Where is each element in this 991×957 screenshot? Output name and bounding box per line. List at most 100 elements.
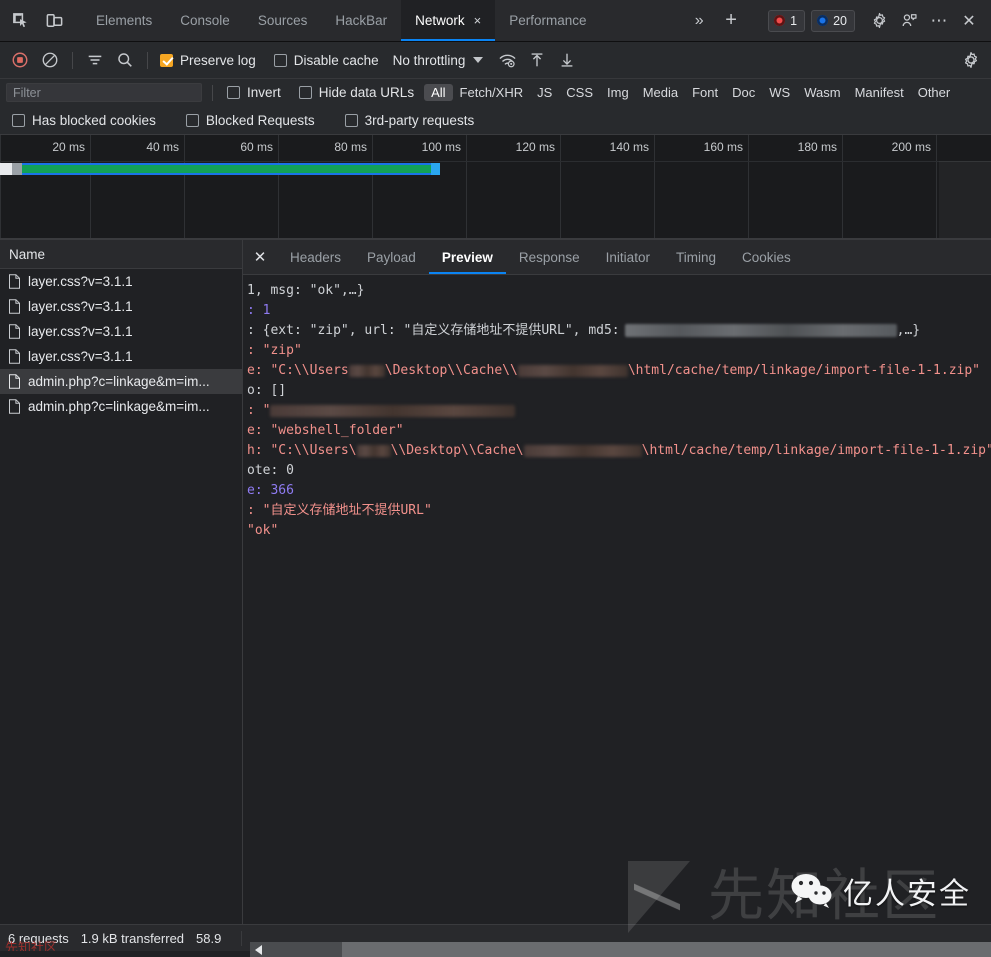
invert-checkbox[interactable]: Invert bbox=[223, 85, 285, 100]
json-line: o: [] bbox=[243, 381, 991, 401]
table-row[interactable]: layer.css?v=3.1.1 bbox=[0, 344, 242, 369]
tab-response[interactable]: Response bbox=[506, 240, 593, 274]
table-row[interactable]: layer.css?v=3.1.1 bbox=[0, 319, 242, 344]
settings-gear-icon[interactable] bbox=[865, 7, 893, 35]
filter-input[interactable] bbox=[6, 83, 202, 102]
close-detail-icon[interactable]: ✕ bbox=[243, 240, 277, 274]
tab-headers[interactable]: Headers bbox=[277, 240, 354, 274]
request-name: admin.php?c=linkage&m=im... bbox=[28, 399, 210, 414]
horizontal-scrollbar[interactable] bbox=[250, 942, 991, 957]
panel-tabs: Elements Console Sources HackBar Network… bbox=[82, 0, 601, 41]
network-overview-timeline[interactable]: 20 ms 40 ms 60 ms 80 ms 100 ms 120 ms 14… bbox=[0, 135, 991, 240]
info-icon bbox=[817, 15, 829, 26]
blocked-requests-checkbox[interactable]: Blocked Requests bbox=[182, 113, 319, 128]
toolbar-divider bbox=[147, 51, 148, 69]
filter-type-wasm[interactable]: Wasm bbox=[797, 84, 847, 101]
json-line: e: "C:\\Users \Desktop\\Cache\\ \html/cach… bbox=[243, 361, 991, 381]
tabstrip-left-icons bbox=[0, 0, 72, 41]
tab-preview[interactable]: Preview bbox=[428, 240, 506, 274]
network-conditions-icon[interactable] bbox=[493, 47, 521, 73]
filter-type-doc[interactable]: Doc bbox=[725, 84, 762, 101]
table-row[interactable]: admin.php?c=linkage&m=im... bbox=[0, 394, 242, 419]
filter-type-font[interactable]: Font bbox=[685, 84, 725, 101]
filter-icon[interactable] bbox=[81, 47, 109, 73]
preview-json-viewer[interactable]: 1, msg: "ok",…} : 1 : {ext: "zip", url: … bbox=[243, 275, 991, 924]
filter-type-media[interactable]: Media bbox=[636, 84, 685, 101]
more-tabs-icon[interactable]: » bbox=[684, 6, 714, 36]
tick-label: 160 ms bbox=[703, 140, 743, 154]
preserve-log-checkbox[interactable]: Preserve log bbox=[156, 53, 260, 68]
filter-type-manifest[interactable]: Manifest bbox=[848, 84, 911, 101]
inspect-element-icon[interactable] bbox=[6, 7, 34, 35]
tab-network[interactable]: Network × bbox=[401, 0, 496, 41]
tab-initiator[interactable]: Initiator bbox=[593, 240, 663, 274]
more-options-icon[interactable]: ⋯ bbox=[925, 7, 953, 35]
tab-label: Network bbox=[415, 13, 465, 28]
filter-type-css[interactable]: CSS bbox=[559, 84, 600, 101]
close-devtools-icon[interactable]: ✕ bbox=[955, 7, 983, 35]
document-icon bbox=[9, 374, 20, 389]
filter-type-fetchxhr[interactable]: Fetch/XHR bbox=[453, 84, 531, 101]
third-party-requests-label: 3rd-party requests bbox=[364, 112, 475, 128]
has-blocked-cookies-checkbox[interactable]: Has blocked cookies bbox=[8, 113, 160, 128]
timeline-separator bbox=[0, 161, 991, 162]
json-text: \\Desktop\\Cache\ bbox=[390, 443, 524, 458]
search-icon[interactable] bbox=[111, 47, 139, 73]
add-tab-icon[interactable]: + bbox=[716, 6, 746, 36]
tick-label: 80 ms bbox=[334, 140, 367, 154]
hide-data-urls-checkbox[interactable]: Hide data URLs bbox=[295, 85, 418, 100]
tab-console[interactable]: Console bbox=[166, 0, 244, 41]
json-line: ote: 0 bbox=[243, 461, 991, 481]
tab-cookies[interactable]: Cookies bbox=[729, 240, 804, 274]
tab-payload[interactable]: Payload bbox=[354, 240, 429, 274]
tab-elements[interactable]: Elements bbox=[82, 0, 166, 41]
import-har-icon[interactable] bbox=[523, 47, 551, 73]
export-har-icon[interactable] bbox=[553, 47, 581, 73]
disable-cache-checkbox[interactable]: Disable cache bbox=[270, 53, 383, 68]
tab-performance[interactable]: Performance bbox=[495, 0, 600, 41]
document-icon bbox=[9, 324, 20, 339]
record-button[interactable] bbox=[6, 47, 34, 73]
clear-button[interactable] bbox=[36, 47, 64, 73]
filter-type-other[interactable]: Other bbox=[911, 84, 958, 101]
filter-type-js[interactable]: JS bbox=[530, 84, 559, 101]
document-icon bbox=[9, 299, 20, 314]
json-text: : " bbox=[247, 403, 271, 418]
checkbox-box bbox=[160, 53, 173, 67]
error-count-badge[interactable]: 1 bbox=[768, 9, 806, 32]
disable-cache-label: Disable cache bbox=[293, 52, 379, 68]
third-party-requests-checkbox[interactable]: 3rd-party requests bbox=[341, 113, 479, 128]
has-blocked-cookies-label: Has blocked cookies bbox=[32, 112, 156, 128]
overview-bars bbox=[0, 163, 991, 175]
info-count-badge[interactable]: 20 bbox=[811, 9, 855, 32]
filter-type-all[interactable]: All bbox=[424, 84, 453, 101]
tab-hackbar[interactable]: HackBar bbox=[321, 0, 401, 41]
scroll-left-arrow-icon[interactable] bbox=[250, 942, 267, 957]
blocked-filter-bar: Has blocked cookies Blocked Requests 3rd… bbox=[0, 106, 991, 135]
tick-label: 100 ms bbox=[421, 140, 461, 154]
json-text: "ok" bbox=[247, 523, 279, 538]
overview-right-shade bbox=[939, 161, 991, 239]
network-settings-gear-icon[interactable] bbox=[957, 47, 985, 73]
tab-label: HackBar bbox=[335, 13, 388, 28]
filter-type-ws[interactable]: WS bbox=[762, 84, 797, 101]
close-tab-icon[interactable]: × bbox=[474, 14, 482, 27]
table-row[interactable]: layer.css?v=3.1.1 bbox=[0, 269, 242, 294]
dock-side-icon[interactable] bbox=[895, 7, 923, 35]
document-icon bbox=[9, 349, 20, 364]
throttling-dropdown[interactable]: No throttling bbox=[393, 53, 484, 68]
tab-timing[interactable]: Timing bbox=[663, 240, 729, 274]
request-name: layer.css?v=3.1.1 bbox=[28, 324, 133, 339]
request-list-header[interactable]: Name bbox=[0, 240, 242, 269]
status-bar: 6 requests 1.9 kB transferred 58.9 先知社区 bbox=[0, 924, 991, 957]
device-toolbar-icon[interactable] bbox=[40, 7, 68, 35]
filter-bar: Invert Hide data URLs All Fetch/XHR JS C… bbox=[0, 79, 991, 106]
table-row[interactable]: admin.php?c=linkage&m=im... bbox=[0, 369, 242, 394]
tick-label: 180 ms bbox=[797, 140, 837, 154]
filter-type-img[interactable]: Img bbox=[600, 84, 636, 101]
request-detail-pane: ✕ Headers Payload Preview Response Initi… bbox=[243, 240, 991, 924]
tab-sources[interactable]: Sources bbox=[244, 0, 322, 41]
detail-tabs: ✕ Headers Payload Preview Response Initi… bbox=[243, 240, 991, 275]
table-row[interactable]: layer.css?v=3.1.1 bbox=[0, 294, 242, 319]
json-line: : "自定义存储地址不提供URL" bbox=[243, 501, 991, 521]
